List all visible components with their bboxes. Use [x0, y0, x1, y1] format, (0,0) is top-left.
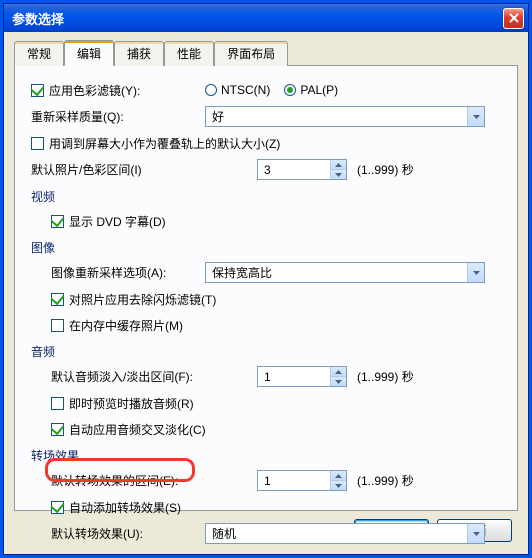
auto-add-transition-checkbox[interactable] [51, 501, 64, 514]
default-transition-effect-value: 随机 [206, 525, 467, 542]
chevron-down-icon [467, 263, 484, 282]
window-title: 参数选择 [12, 9, 503, 28]
dialog: 参数选择 常规 编辑 捕获 性能 界面布局 应用色彩滤镜(Y): NTSC(N) [3, 3, 529, 555]
video-header: 视频 [31, 188, 501, 205]
close-button[interactable] [503, 8, 524, 29]
chevron-down-icon [467, 524, 484, 543]
audio-fade-interval-spinner[interactable]: 1 [257, 366, 347, 387]
auto-crossfade-checkbox[interactable] [51, 423, 64, 436]
image-resample-option-label: 图像重新采样选项(A): [51, 264, 205, 281]
transition-default-interval-spinner[interactable]: 1 [257, 470, 347, 491]
instant-preview-audio-checkbox[interactable] [51, 397, 64, 410]
image-resample-option-value: 保持宽高比 [206, 264, 467, 281]
tab-capture[interactable]: 捕获 [114, 41, 164, 66]
ntsc-radio[interactable] [205, 84, 217, 96]
close-icon [509, 13, 519, 23]
deflicker-label: 对照片应用去除闪烁滤镜(T) [69, 291, 216, 308]
show-dvd-subtitle-checkbox[interactable] [51, 215, 64, 228]
tab-container: 常规 编辑 捕获 性能 界面布局 应用色彩滤镜(Y): NTSC(N) PAL(… [14, 40, 518, 511]
deflicker-checkbox[interactable] [51, 293, 64, 306]
spinner-buttons[interactable] [330, 471, 346, 490]
apply-color-filter-label: 应用色彩滤镜(Y): [49, 82, 205, 99]
instant-preview-audio-label: 即时预览时播放音频(R) [69, 395, 194, 412]
chevron-down-icon [331, 377, 346, 386]
default-transition-effect-label: 默认转场效果(U): [51, 525, 205, 542]
chevron-down-icon [467, 107, 484, 126]
transition-default-interval-value: 1 [258, 471, 330, 490]
cache-photo-label: 在内存中缓存照片(M) [69, 317, 183, 334]
pal-radio[interactable] [284, 84, 296, 96]
chevron-down-icon [331, 170, 346, 179]
audio-fade-interval-value: 1 [258, 367, 330, 386]
tab-general[interactable]: 常规 [14, 41, 64, 66]
cache-photo-checkbox[interactable] [51, 319, 64, 332]
resample-quality-value: 好 [206, 108, 467, 125]
default-photo-interval-label: 默认照片/色彩区间(I) [31, 161, 257, 178]
chevron-up-icon [331, 160, 346, 170]
range-suffix: (1..999) 秒 [357, 472, 414, 489]
tab-row: 常规 编辑 捕获 性能 界面布局 [14, 40, 518, 65]
ntsc-label: NTSC(N) [221, 83, 270, 97]
pal-label: PAL(P) [300, 83, 338, 97]
tab-layout[interactable]: 界面布局 [214, 41, 288, 66]
auto-crossfade-label: 自动应用音频交叉淡化(C) [69, 421, 206, 438]
resample-quality-label: 重新采样质量(Q): [31, 108, 205, 125]
tab-edit[interactable]: 编辑 [64, 40, 114, 66]
image-resample-option-combo[interactable]: 保持宽高比 [205, 262, 485, 283]
image-header: 图像 [31, 239, 501, 256]
dialog-body: 常规 编辑 捕获 性能 界面布局 应用色彩滤镜(Y): NTSC(N) PAL(… [4, 32, 528, 554]
default-transition-effect-combo[interactable]: 随机 [205, 523, 485, 544]
fit-overlay-track-label: 用调到屏幕大小作为覆叠轨上的默认大小(Z) [49, 135, 280, 152]
audio-header: 音频 [31, 343, 501, 360]
show-dvd-subtitle-label: 显示 DVD 字幕(D) [69, 213, 166, 230]
spinner-buttons[interactable] [330, 160, 346, 179]
tab-performance[interactable]: 性能 [164, 41, 214, 66]
apply-color-filter-checkbox[interactable] [31, 84, 44, 97]
chevron-down-icon [331, 481, 346, 490]
tab-panel-edit: 应用色彩滤镜(Y): NTSC(N) PAL(P) 重新采样质量(Q): 好 用… [14, 65, 518, 511]
audio-fade-interval-label: 默认音频淡入/淡出区间(F): [51, 368, 257, 385]
transition-default-interval-label: 默认转场效果的区间(E): [51, 472, 257, 489]
titlebar: 参数选择 [4, 4, 528, 32]
range-suffix: (1..999) 秒 [357, 368, 414, 385]
chevron-up-icon [331, 471, 346, 481]
spinner-buttons[interactable] [330, 367, 346, 386]
default-photo-interval-spinner[interactable]: 3 [257, 159, 347, 180]
resample-quality-combo[interactable]: 好 [205, 106, 485, 127]
default-photo-interval-value: 3 [258, 160, 330, 179]
fit-overlay-track-checkbox[interactable] [31, 137, 44, 150]
range-suffix: (1..999) 秒 [357, 161, 414, 178]
chevron-up-icon [331, 367, 346, 377]
transition-header: 转场效果 [31, 447, 501, 464]
auto-add-transition-label: 自动添加转场效果(S) [69, 499, 181, 516]
